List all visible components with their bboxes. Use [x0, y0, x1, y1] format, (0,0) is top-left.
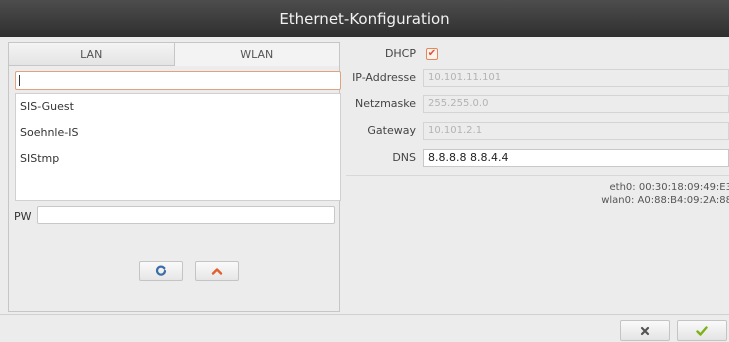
password-field[interactable] — [37, 206, 335, 224]
list-item[interactable]: SIS-Guest — [20, 100, 74, 113]
tab-lan[interactable]: LAN — [9, 43, 175, 66]
dhcp-checkbox[interactable]: ✔ — [426, 48, 438, 60]
list-item[interactable]: SIStmp — [20, 152, 59, 165]
close-icon — [640, 326, 650, 335]
ssid-input[interactable] — [15, 71, 341, 90]
eth0-mac: eth0: 00:30:18:09:49:E3 — [609, 182, 729, 193]
window-titlebar: Ethernet-Konfiguration — [0, 0, 729, 37]
gateway-label: Gateway — [367, 124, 416, 137]
tab-wlan-label: WLAN — [240, 48, 274, 61]
tab-bar: LAN WLAN — [9, 43, 339, 66]
wlan-network-list[interactable]: SIS-Guest Soehnle-IS SIStmp — [15, 93, 341, 201]
dns-label: DNS — [392, 151, 416, 164]
window-title: Ethernet-Konfiguration — [279, 9, 450, 28]
footer-divider — [0, 314, 729, 315]
cancel-button[interactable] — [620, 320, 670, 341]
refresh-button[interactable] — [139, 261, 183, 281]
checkmark-icon: ✔ — [427, 48, 437, 59]
ip-address-field: 10.101.11.101 — [423, 69, 729, 87]
config-window: LAN WLAN SIS-Guest Soehnle-IS SIStmp PW — [0, 37, 729, 342]
checkmark-icon — [696, 325, 708, 336]
ip-label: IP-Addresse — [352, 71, 416, 84]
dns-field[interactable]: 8.8.8.8 8.8.4.4 — [423, 149, 729, 167]
netmask-label: Netzmaske — [354, 97, 416, 110]
chevron-up-icon — [211, 268, 223, 275]
text-caret — [19, 75, 20, 86]
password-label: PW — [14, 210, 32, 223]
network-panel: LAN WLAN SIS-Guest Soehnle-IS SIStmp PW — [8, 42, 341, 312]
list-item[interactable]: Soehnle-IS — [20, 126, 78, 139]
scroll-up-button[interactable] — [195, 261, 239, 281]
tab-lan-label: LAN — [80, 47, 103, 61]
dhcp-label: DHCP — [384, 47, 416, 60]
tab-wlan[interactable]: WLAN — [174, 43, 339, 66]
wlan0-mac: wlan0: A0:88:B4:09:2A:88 — [601, 195, 729, 206]
refresh-icon — [155, 265, 167, 276]
divider — [346, 175, 729, 176]
confirm-button[interactable] — [677, 320, 727, 341]
netmask-field: 255.255.0.0 — [423, 95, 729, 113]
gateway-field: 10.101.2.1 — [423, 122, 729, 140]
